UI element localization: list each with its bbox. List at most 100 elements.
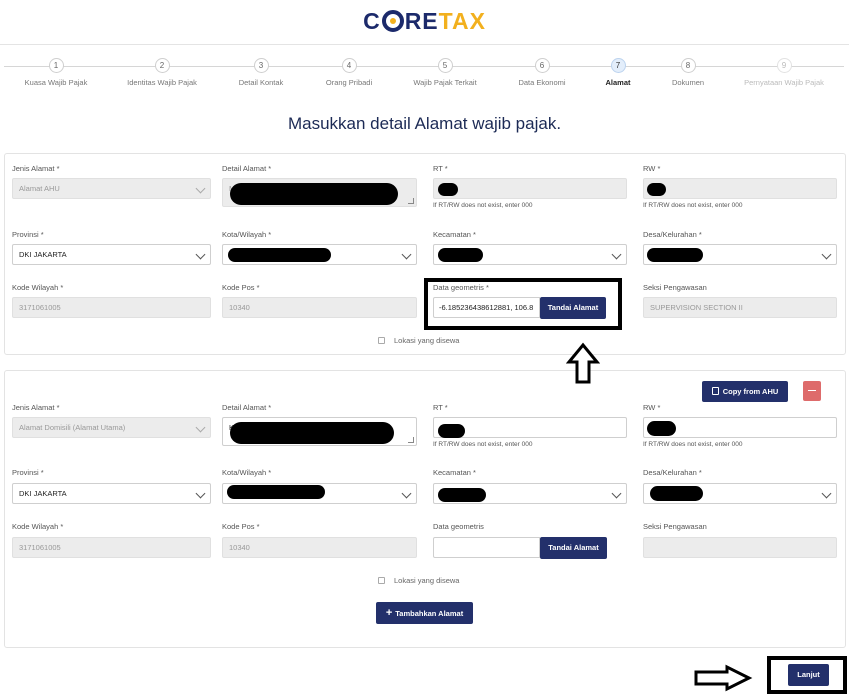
rw-hint: If RT/RW does not exist, enter 000 [643,202,743,209]
stepper: 1 Kuasa Wajib Pajak 2 Identitas Wajib Paja… [0,58,849,94]
lokasi-disewa-label: Lokasi yang disewa [394,576,460,585]
remove-address-button[interactable] [803,381,821,401]
data-geometris-label: Data geometris [433,522,484,531]
step-number: 3 [253,58,269,73]
tandai-alamat-button[interactable]: Tandai Alamat [540,537,607,559]
annotation-right-arrow-icon [694,664,753,692]
kode-pos-label: Kode Pos * [222,283,260,292]
lokasi-disewa-checkbox[interactable] [378,577,385,584]
seksi-pengawasan-input[interactable] [643,537,837,558]
data-geometris-group [433,537,540,558]
step-number: 5 [437,58,453,73]
seksi-pengawasan-input[interactable]: SUPERVISION SECTION II [643,297,837,318]
chevron-down-icon [195,488,206,499]
step-number: 7 [610,58,626,73]
detail-alamat-label: Detail Alamat * [222,403,272,412]
step-number: 8 [680,58,696,73]
copy-from-ahu-button[interactable]: Copy from AHU [702,381,788,402]
jenis-alamat-select[interactable]: Alamat AHU [12,178,211,199]
rt-hint: If RT/RW does not exist, enter 000 [433,441,533,448]
provinsi-value: DKI JAKARTA [19,250,67,259]
redaction-mark [438,183,458,196]
chevron-down-icon [195,422,206,433]
step-label: Wajib Pajak Terkait [413,78,477,87]
kecamatan-label: Kecamatan * [433,230,476,239]
kode-wilayah-input[interactable]: 3171061005 [12,537,211,558]
lokasi-disewa-row[interactable]: Lokasi yang disewa [378,576,459,585]
resize-grip-icon [408,437,414,443]
kota-label: Kota/Wilayah * [222,468,272,477]
resize-grip-icon [408,198,414,204]
brand-middle: RE [404,8,439,34]
step-9[interactable]: 9 Pernyataan Wajib Pajak [734,58,834,87]
kota-label: Kota/Wilayah * [222,230,272,239]
step-label: Orang Pribadi [325,78,373,87]
seksi-pengawasan-label: Seksi Pengawasan [643,522,707,531]
annotation-up-arrow-icon [566,342,600,384]
step-3[interactable]: 3 Detail Kontak [211,58,311,87]
kode-pos-input[interactable]: 10340 [222,537,417,558]
step-label: Dokumen [671,78,705,87]
brand-o-icon [381,10,404,32]
rw-label: RW * [643,403,661,412]
step-number: 1 [48,58,64,73]
jenis-alamat-value: Alamat AHU [19,184,60,193]
lanjut-button[interactable]: Lanjut [788,664,829,686]
copy-from-ahu-label: Copy from AHU [722,387,779,396]
lokasi-disewa-label: Lokasi yang disewa [394,336,460,345]
step-4[interactable]: 4 Orang Pribadi [299,58,399,87]
step-label: Identitas Wajib Pajak [127,78,197,87]
rt-hint: If RT/RW does not exist, enter 000 [433,202,533,209]
step-5[interactable]: 5 Wajib Pajak Terkait [395,58,495,87]
kecamatan-label: Kecamatan * [433,468,476,477]
lokasi-disewa-checkbox[interactable] [378,337,385,344]
chevron-down-icon [401,249,412,260]
chevron-down-icon [611,488,622,499]
jenis-alamat-label: Jenis Alamat * [12,403,60,412]
redaction-mark [230,422,394,444]
copy-icon [711,387,719,395]
step-label: Pernyataan Wajib Pajak [744,78,824,87]
annotation-highlight-geometris [424,278,622,330]
kode-pos-input[interactable]: 10340 [222,297,417,318]
provinsi-label: Provinsi * [12,230,44,239]
redaction-mark [438,248,483,262]
kode-wilayah-label: Kode Wilayah * [12,283,64,292]
seksi-pengawasan-label: Seksi Pengawasan [643,283,707,292]
address-card-domisili: Copy from AHU Jenis Alamat * Alamat Domi… [4,370,846,648]
data-geometris-input[interactable] [433,537,540,558]
step-number: 6 [534,58,550,73]
page-title: Masukkan detail Alamat wajib pajak. [287,114,562,133]
rw-input[interactable] [643,178,837,199]
provinsi-select[interactable]: DKI JAKARTA [12,483,211,504]
rt-input[interactable] [433,178,627,199]
step-number: 2 [154,58,170,73]
rt-label: RT * [433,164,448,173]
rw-hint: If RT/RW does not exist, enter 000 [643,441,743,448]
tambahkan-alamat-button[interactable]: + Tambahkan Alamat [376,602,473,624]
brand-suffix: TAX [438,8,486,34]
desa-label: Desa/Kelurahan * [643,468,702,477]
chevron-down-icon [611,249,622,260]
kode-wilayah-input[interactable]: 3171061005 [12,297,211,318]
redaction-mark [647,421,676,436]
provinsi-select[interactable]: DKI JAKARTA [12,244,211,265]
rw-label: RW * [643,164,661,173]
redaction-mark [227,485,325,499]
step-1[interactable]: 1 Kuasa Wajib Pajak [6,58,106,87]
step-number: 4 [341,58,357,73]
redaction-mark [228,248,331,262]
redaction-mark [230,183,398,205]
redaction-mark [647,248,703,262]
step-2[interactable]: 2 Identitas Wajib Pajak [112,58,212,87]
step-8[interactable]: 8 Dokumen [638,58,738,87]
brand-prefix: C [363,8,381,34]
tambahkan-alamat-label: Tambahkan Alamat [395,609,464,618]
redaction-mark [438,424,465,438]
jenis-alamat-select[interactable]: Alamat Domisili (Alamat Utama) [12,417,211,438]
provinsi-value: DKI JAKARTA [19,489,67,498]
step-label: Kuasa Wajib Pajak [24,78,88,87]
lokasi-disewa-row[interactable]: Lokasi yang disewa [378,336,459,345]
header-divider [0,44,849,45]
jenis-alamat-label: Jenis Alamat * [12,164,60,173]
